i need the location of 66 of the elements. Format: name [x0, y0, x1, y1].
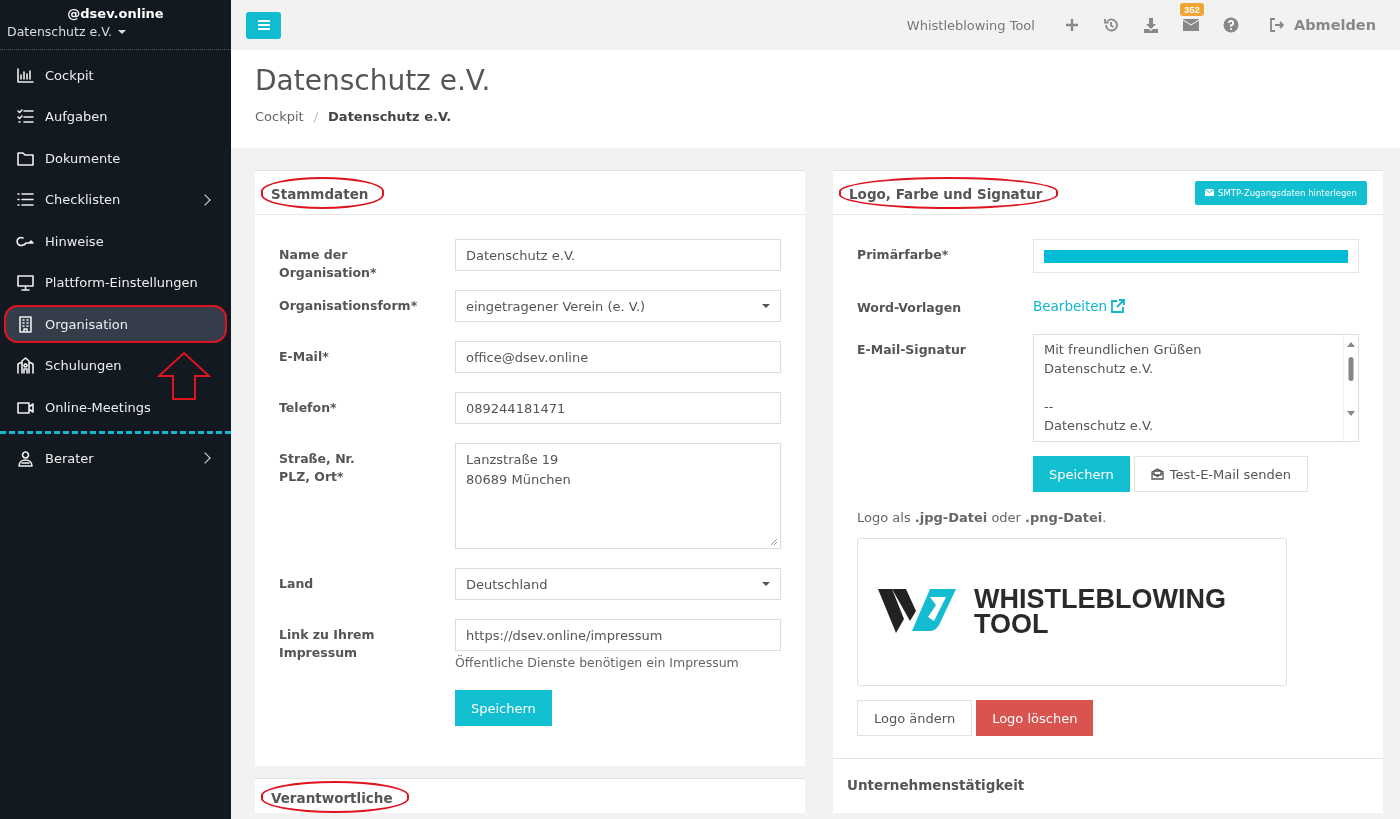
breadcrumb-separator: /	[313, 109, 319, 124]
envelope-icon	[1150, 468, 1164, 480]
nav-item[interactable]: Online-Meetings	[4, 388, 227, 426]
card-title: Logo, Farbe und Signatur	[849, 185, 1043, 202]
test-mail-button[interactable]: Test-E-Mail senden	[1133, 456, 1309, 492]
field-label: Telefon*	[279, 399, 338, 417]
breadcrumb-item[interactable]: Cockpit	[255, 109, 304, 124]
user-name: @dsev.online	[67, 6, 164, 21]
school-icon	[16, 356, 35, 375]
logo-text: TOOL	[974, 612, 1050, 637]
select-field[interactable]: Deutschland	[455, 568, 781, 600]
mail-icon	[1205, 189, 1214, 196]
monitor-icon	[16, 273, 35, 292]
download-icon[interactable]	[1142, 17, 1159, 33]
card-title: Unternehmenstätigkeit	[846, 777, 1026, 793]
list-icon	[16, 190, 35, 209]
signature-field[interactable]: Mit freundlichen Grüßen Datenschutz e.V. -- Datenschutz e.V.	[1033, 334, 1359, 442]
nav-item[interactable]: Organisation	[4, 305, 227, 343]
input-field[interactable]: Datenschutz e.V.	[455, 239, 781, 271]
user-icon	[16, 448, 35, 468]
tasks-icon	[16, 107, 35, 126]
notification-badge: 352	[1179, 3, 1204, 16]
nav-item[interactable]: Berater	[4, 439, 227, 477]
nav-item[interactable]: Schulungen	[4, 346, 227, 385]
input-field[interactable]: 089244181471	[455, 392, 781, 424]
add-icon[interactable]	[1064, 18, 1079, 32]
color-field[interactable]	[1033, 239, 1359, 273]
nav-item[interactable]: Cockpit	[4, 56, 227, 94]
logout-icon	[1268, 18, 1284, 32]
change-logo-button[interactable]: Logo ändern	[857, 700, 973, 736]
nav-item[interactable]: Plattform-Einstellungen	[4, 263, 227, 302]
select-field[interactable]: eingetragener Verein (e. V.)	[455, 290, 781, 322]
nav-item[interactable]: Dokumente	[4, 139, 227, 177]
field-label: E-Mail-Signatur	[857, 341, 967, 359]
breadcrumb-item[interactable]: Datenschutz e.V.	[328, 109, 452, 124]
field-label: Land	[279, 575, 315, 593]
logo-hint: Logo als .jpg-Datei oder .png-Datei.	[857, 510, 1107, 525]
field-label: Organisationsform*	[279, 297, 419, 315]
app-name: Whistleblowing Tool	[906, 17, 1035, 33]
field-label: Link zu Ihrem Impressum	[279, 626, 376, 662]
input-field[interactable]: office@dsev.online	[455, 341, 781, 373]
nav-item[interactable]: Checklisten	[4, 180, 227, 219]
page-title: Datenschutz e.V.	[255, 64, 491, 97]
building-icon	[16, 314, 35, 334]
field-label: Straße, Nr. PLZ, Ort*	[279, 450, 356, 486]
field-label: Name der Organisation*	[279, 246, 378, 282]
logo-text: WHISTLEBLOWING	[974, 587, 1226, 612]
resize-grip-icon[interactable]	[770, 538, 778, 546]
menu-button[interactable]	[246, 11, 281, 39]
textarea-field[interactable]: Lanzstraße 19 80689 München	[455, 443, 781, 549]
input-field[interactable]: https://dsev.online/impressum	[455, 619, 781, 651]
external-link-icon	[1111, 299, 1126, 313]
nav-item[interactable]: Aufgaben	[4, 97, 227, 136]
delete-logo-button[interactable]: Logo löschen	[976, 700, 1094, 736]
card-title: Stammdaten	[271, 185, 369, 202]
field-label: Primärfarbe*	[857, 246, 950, 264]
field-label: Word-Vorlagen	[857, 299, 963, 317]
card-title: Verantwortliche	[271, 790, 393, 806]
menu-icon	[257, 20, 270, 30]
nav-item[interactable]: Hinweise	[4, 222, 227, 260]
chart-icon	[16, 65, 35, 85]
help-text: Öffentliche Dienste benötigen ein Impressum	[455, 655, 739, 670]
help-icon[interactable]	[1222, 17, 1239, 33]
field-label: E-Mail*	[279, 348, 330, 366]
history-icon[interactable]	[1102, 17, 1119, 33]
org-dropdown[interactable]: Datenschutz e.V.	[7, 24, 127, 39]
